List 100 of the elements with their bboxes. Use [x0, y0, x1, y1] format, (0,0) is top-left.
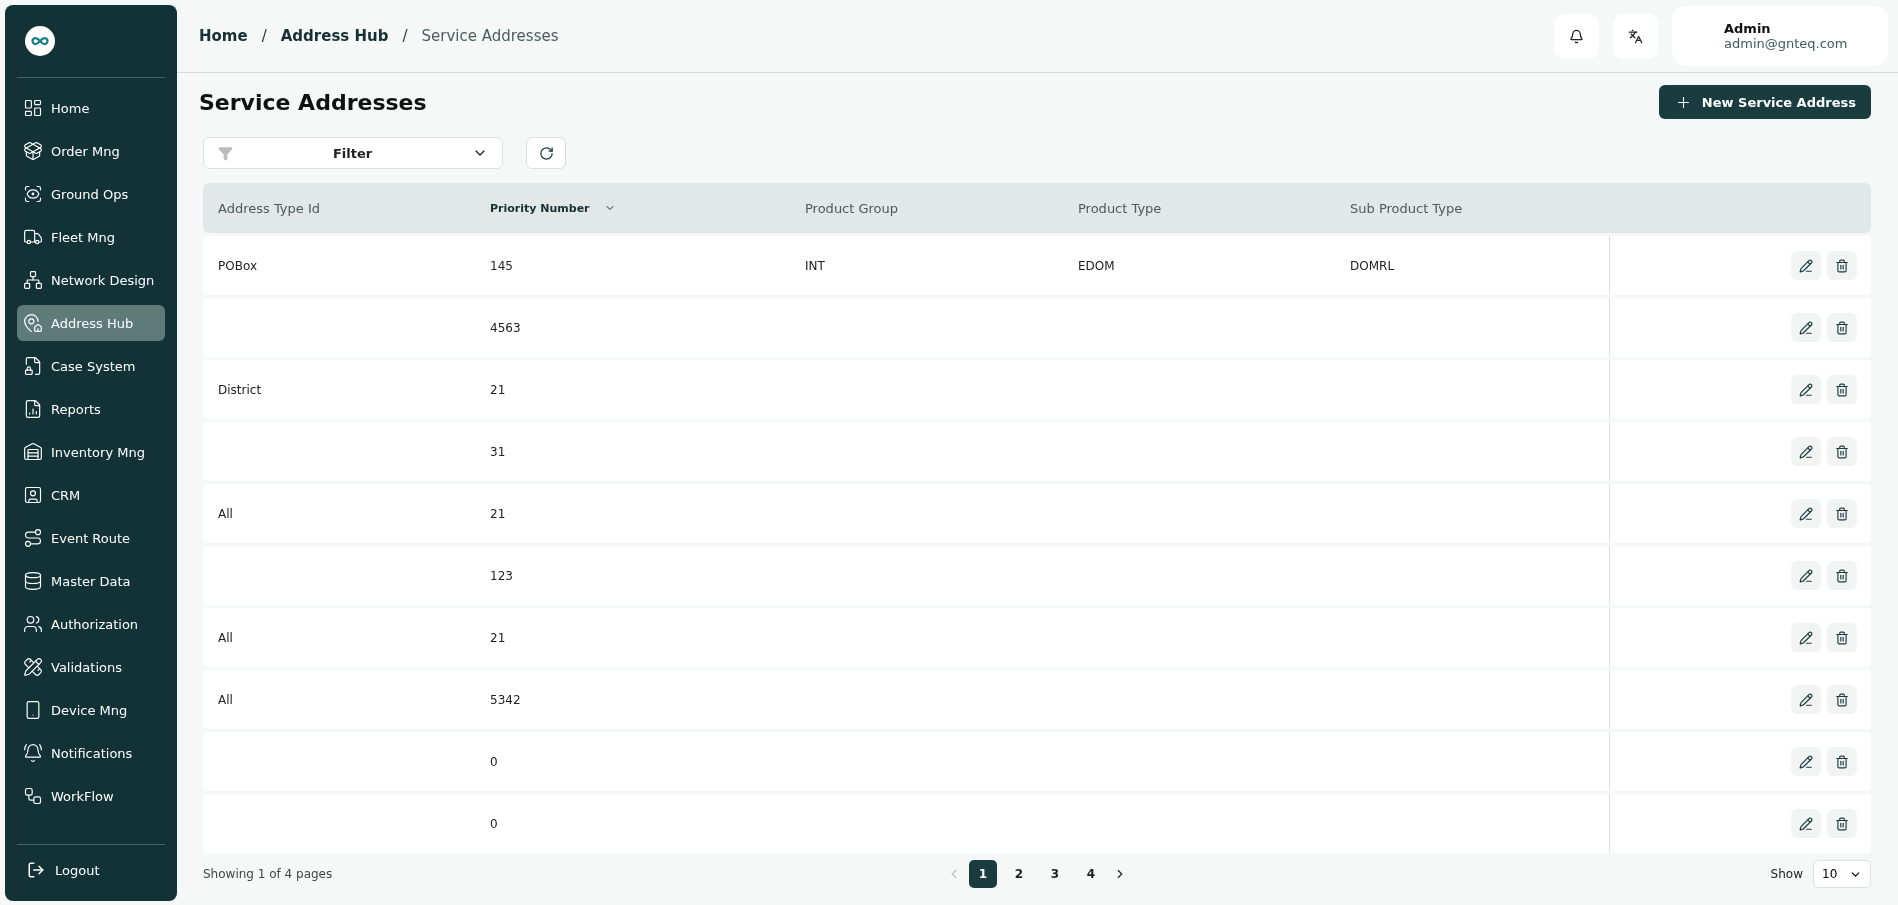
edit-button[interactable]: [1791, 561, 1821, 590]
logo-icon: [25, 26, 55, 56]
delete-button[interactable]: [1827, 313, 1857, 342]
page-button[interactable]: 1: [969, 860, 997, 888]
edit-icon: [1799, 816, 1813, 831]
edit-icon: [1799, 506, 1813, 521]
sidebar-item[interactable]: Order Mng: [17, 133, 165, 169]
delete-button[interactable]: [1827, 747, 1857, 776]
table-cell-text: All: [218, 630, 234, 645]
table-cell-text: 21: [490, 630, 507, 645]
table-cell-text: 21: [490, 382, 507, 397]
edit-button[interactable]: [1791, 375, 1821, 404]
table-cell-text: POBox: [218, 258, 258, 273]
logout-button[interactable]: Logout: [27, 861, 155, 879]
sidebar-item[interactable]: Ground Ops: [17, 176, 165, 212]
trash-icon: [1835, 692, 1849, 707]
warehouse-icon: [23, 442, 43, 462]
sidebar-item[interactable]: Authorization: [17, 606, 165, 642]
delete-button[interactable]: [1827, 623, 1857, 652]
sidebar-item[interactable]: Notifications: [17, 735, 165, 771]
truck-icon: [23, 227, 43, 247]
language-button[interactable]: [1613, 13, 1658, 59]
sidebar-item[interactable]: Master Data: [17, 563, 165, 599]
refresh-icon: [538, 145, 554, 161]
column-header[interactable]: Product Type: [1078, 200, 1350, 216]
column-header[interactable]: Priority Number: [490, 201, 805, 215]
notifications-button[interactable]: [1554, 13, 1599, 59]
table-cell-text: 145: [490, 258, 514, 273]
trash-icon: [1835, 382, 1849, 397]
delete-button[interactable]: [1827, 437, 1857, 466]
sidebar-item[interactable]: Address Hub: [17, 305, 165, 341]
breadcrumb-link[interactable]: Address Hub: [280, 27, 389, 45]
edit-button[interactable]: [1791, 251, 1821, 280]
delete-button[interactable]: [1827, 685, 1857, 714]
sidebar-item[interactable]: Validations: [17, 649, 165, 685]
column-header[interactable]: Sub Product Type: [1350, 200, 1609, 216]
edit-icon: [1799, 754, 1813, 769]
package-icon: [23, 141, 43, 161]
user-card[interactable]: Admin admin@gnteq.com: [1672, 6, 1888, 66]
trash-icon: [1835, 568, 1849, 583]
map-pin-icon: [23, 313, 43, 333]
trash-icon: [1835, 506, 1849, 521]
sidebar-item[interactable]: Event Route: [17, 520, 165, 556]
edit-button[interactable]: [1791, 747, 1821, 776]
column-header[interactable]: Product Group: [805, 200, 1078, 216]
funnel-icon: [218, 145, 233, 161]
page-button[interactable]: 2: [1005, 860, 1033, 888]
report-icon: [23, 399, 43, 419]
page-button[interactable]: 3: [1041, 860, 1069, 888]
sidebar-item[interactable]: CRM: [17, 477, 165, 513]
refresh-button[interactable]: [526, 137, 566, 169]
badge-icon: [23, 485, 43, 505]
user-name: Admin: [1724, 21, 1772, 36]
trash-icon: [1835, 444, 1849, 459]
table-cell-text: 0: [490, 816, 499, 831]
sidebar-item[interactable]: Device Mng: [17, 692, 165, 728]
edit-button[interactable]: [1791, 623, 1821, 652]
edit-button[interactable]: [1791, 685, 1821, 714]
page-button[interactable]: 4: [1077, 860, 1105, 888]
sidebar-item[interactable]: Network Design: [17, 262, 165, 298]
table-cell-text: 123: [490, 568, 514, 583]
translate-icon: [1628, 28, 1643, 44]
breadcrumb-link[interactable]: Home: [199, 27, 248, 45]
column-header[interactable]: Address Type Id: [218, 200, 490, 216]
bell-icon: [23, 743, 43, 763]
sidebar-item[interactable]: Fleet Mng: [17, 219, 165, 255]
trash-icon: [1835, 754, 1849, 769]
edit-button[interactable]: [1791, 313, 1821, 342]
sidebar-item[interactable]: Reports: [17, 391, 165, 427]
table-cell-text: DOMRL: [1350, 258, 1396, 273]
bell-icon: [1569, 28, 1584, 44]
edit-icon: [1799, 630, 1813, 645]
table-cell-text: 4563: [490, 320, 522, 335]
new-service-address-button[interactable]: New Service Address: [1658, 85, 1871, 119]
delete-button[interactable]: [1827, 375, 1857, 404]
sidebar-item[interactable]: Inventory Mng: [17, 434, 165, 470]
page-title: Service Addresses: [199, 89, 427, 115]
trash-icon: [1835, 630, 1849, 645]
delete-button[interactable]: [1827, 499, 1857, 528]
sidebar-item[interactable]: Home: [17, 90, 165, 126]
edit-button[interactable]: [1791, 499, 1821, 528]
table-cell-text: All: [218, 692, 234, 707]
edit-button[interactable]: [1791, 809, 1821, 838]
table-cell-text: District: [218, 382, 263, 397]
delete-button[interactable]: [1827, 561, 1857, 590]
filter-dropdown[interactable]: Filter: [203, 137, 503, 169]
edit-icon: [1799, 258, 1813, 273]
edit-icon: [1799, 382, 1813, 397]
table-cell-text: All: [218, 506, 234, 521]
delete-button[interactable]: [1827, 251, 1857, 280]
show-label: Show: [1770, 867, 1803, 881]
page-size-select[interactable]: 10: [1813, 860, 1871, 888]
network-icon: [23, 270, 43, 290]
route-icon: [23, 528, 43, 548]
table-cell-text: 21: [490, 506, 507, 521]
delete-button[interactable]: [1827, 809, 1857, 838]
edit-icon: [1799, 568, 1813, 583]
sidebar-item[interactable]: Case System: [17, 348, 165, 384]
edit-button[interactable]: [1791, 437, 1821, 466]
sidebar-item[interactable]: WorkFlow: [17, 778, 165, 814]
